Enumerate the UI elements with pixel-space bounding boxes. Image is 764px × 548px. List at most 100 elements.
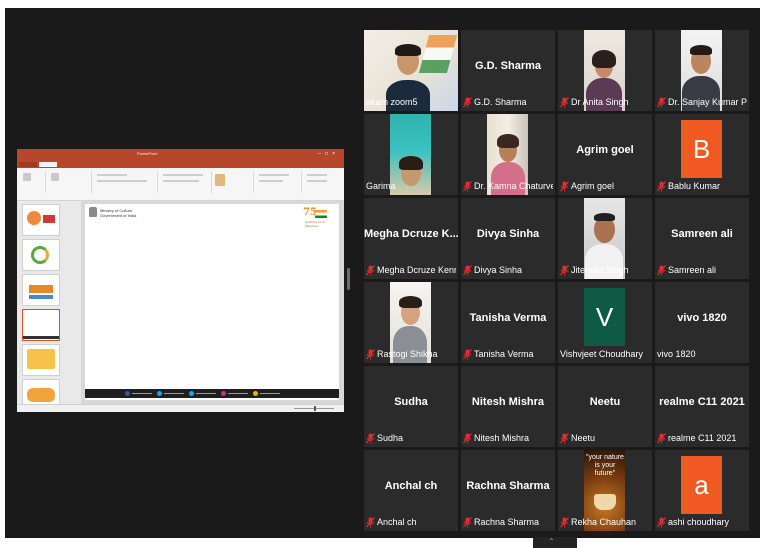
muted-mic-icon bbox=[463, 181, 472, 192]
participant-tile[interactable]: akam zoom5 bbox=[364, 30, 458, 111]
muted-mic-icon bbox=[463, 265, 472, 276]
participant-tile[interactable]: Rastogi Shikha bbox=[364, 282, 458, 363]
ribbon-tabs bbox=[17, 161, 344, 168]
muted-mic-icon bbox=[366, 349, 375, 360]
participant-tile[interactable]: Rachna Sharma Rachna Sharma bbox=[461, 450, 555, 531]
participant-tile[interactable]: V Vishvjeet Choudhary bbox=[558, 282, 652, 363]
slide-thumbnail-selected bbox=[22, 309, 60, 341]
zoom-knob bbox=[314, 406, 316, 411]
muted-mic-icon bbox=[560, 97, 569, 108]
participant-name: Dr. Kamna Chaturvedi bbox=[474, 181, 553, 191]
participant-tile[interactable]: Divya Sinha Divya Sinha bbox=[461, 198, 555, 279]
azadi-logo: 75 Azadi Ka Amrit Mahotsav bbox=[303, 207, 333, 228]
participant-tile[interactable]: B Bablu Kumar bbox=[655, 114, 749, 195]
participant-label: Rastogi Shikha bbox=[366, 348, 438, 361]
participant-label: Nitesh Mishra bbox=[463, 432, 529, 445]
participant-label: Rekha Chauhan bbox=[560, 516, 636, 529]
participant-label: realme C11 2021 bbox=[657, 432, 736, 445]
participant-avatar: V bbox=[584, 288, 625, 346]
participant-tile[interactable]: vivo 1820 vivo 1820 bbox=[655, 282, 749, 363]
participant-name: realme C11 2021 bbox=[668, 433, 737, 443]
participant-tile[interactable]: Anchal ch Anchal ch bbox=[364, 450, 458, 531]
muted-mic-icon bbox=[463, 97, 472, 108]
participant-name: Megha Dcruze Kenne... bbox=[377, 265, 456, 275]
participant-label: Vishvjeet Choudhary bbox=[560, 348, 643, 361]
bottom-toolbar-toggle[interactable]: ⌃ bbox=[533, 537, 577, 548]
muted-mic-icon bbox=[463, 517, 472, 528]
ribbon bbox=[17, 168, 344, 201]
participant-name: Samreen ali bbox=[668, 265, 717, 275]
participant-label: Garima bbox=[366, 180, 396, 193]
participant-label: Dr Anita Singh bbox=[560, 96, 629, 109]
participant-label: Divya Sinha bbox=[463, 264, 522, 277]
participant-label: Neetu bbox=[560, 432, 595, 445]
participant-label: vivo 1820 bbox=[657, 348, 696, 361]
participant-tile[interactable]: "your nature is your future" Rekha Chauha… bbox=[558, 450, 652, 531]
participant-tile[interactable]: Tanisha Verma Tanisha Verma bbox=[461, 282, 555, 363]
participant-display-name: realme C11 2021 bbox=[659, 396, 745, 408]
participant-tile[interactable]: Dr. Kamna Chaturvedi bbox=[461, 114, 555, 195]
slide-thumbnail bbox=[22, 344, 60, 376]
participant-label: Megha Dcruze Kenne... bbox=[366, 264, 456, 277]
participant-tile[interactable]: realme C11 2021 realme C11 2021 bbox=[655, 366, 749, 447]
file-tab bbox=[19, 162, 37, 167]
slide-thumbnail bbox=[22, 204, 60, 236]
muted-mic-icon bbox=[560, 265, 569, 276]
participant-tile[interactable]: Garima bbox=[364, 114, 458, 195]
koo-icon bbox=[189, 391, 194, 396]
participant-name: Anchal ch bbox=[377, 517, 417, 527]
split-resize-handle[interactable] bbox=[347, 268, 350, 290]
participant-display-name: Megha Dcruze K... bbox=[364, 228, 458, 240]
participant-avatar: B bbox=[681, 120, 722, 178]
participant-label: Jitendra Singh bbox=[560, 264, 629, 277]
participant-tile[interactable]: Neetu Neetu bbox=[558, 366, 652, 447]
participant-name: Sudha bbox=[377, 433, 404, 443]
muted-mic-icon bbox=[366, 517, 375, 528]
participant-display-name: Anchal ch bbox=[384, 480, 438, 492]
participant-name: Divya Sinha bbox=[474, 265, 523, 275]
participant-label: Bablu Kumar bbox=[657, 180, 720, 193]
powerpoint-title: PowerPoint bbox=[137, 151, 158, 156]
muted-mic-icon bbox=[657, 517, 666, 528]
participant-name: Garima bbox=[366, 181, 396, 191]
participant-video bbox=[395, 44, 421, 56]
participant-tile[interactable]: Megha Dcruze K... Megha Dcruze Kenne... bbox=[364, 198, 458, 279]
participant-tile[interactable]: Sudha Sudha bbox=[364, 366, 458, 447]
participant-label: G.D. Sharma bbox=[463, 96, 527, 109]
slide-editor: Ministry of Culture Government of India … bbox=[81, 201, 344, 404]
participant-name: Agrim goel bbox=[571, 181, 615, 191]
participant-name: Dr. Sanjay Kumar Prin... bbox=[668, 97, 747, 107]
participant-video bbox=[399, 296, 422, 308]
twitter-icon bbox=[157, 391, 162, 396]
participant-tile[interactable]: Samreen ali Samreen ali bbox=[655, 198, 749, 279]
participant-tile[interactable]: Dr. Sanjay Kumar Prin... bbox=[655, 30, 749, 111]
participant-name: ashi choudhary bbox=[668, 517, 730, 527]
participant-tile[interactable]: Nitesh Mishra Nitesh Mishra bbox=[461, 366, 555, 447]
participant-tile[interactable]: a ashi choudhary bbox=[655, 450, 749, 531]
muted-mic-icon bbox=[657, 97, 666, 108]
slide-org: Ministry of Culture Government of India bbox=[100, 208, 136, 218]
participant-tile[interactable]: Jitendra Singh bbox=[558, 198, 652, 279]
participant-name: Jitendra Singh bbox=[571, 265, 629, 275]
participant-name: G.D. Sharma bbox=[474, 97, 527, 107]
participant-tile[interactable]: G.D. Sharma G.D. Sharma bbox=[461, 30, 555, 111]
participant-display-name: Neetu bbox=[589, 396, 621, 408]
participant-name: Rekha Chauhan bbox=[571, 517, 637, 527]
slide-thumbnail bbox=[22, 274, 60, 306]
participant-name: Rachna Sharma bbox=[474, 517, 540, 527]
participant-image-caption: "your nature is your future" bbox=[586, 454, 624, 477]
shared-screen[interactable]: PowerPoint –□× Ministry of Culture Gover… bbox=[17, 149, 344, 412]
sharechat-icon bbox=[253, 391, 258, 396]
participant-label: akam zoom5 bbox=[366, 96, 418, 109]
participant-name: Vishvjeet Choudhary bbox=[560, 349, 643, 359]
participant-tile[interactable]: Dr Anita Singh bbox=[558, 30, 652, 111]
participant-label: Rachna Sharma bbox=[463, 516, 539, 529]
participant-label: Tanisha Verma bbox=[463, 348, 534, 361]
participant-video bbox=[594, 494, 616, 510]
participant-display-name: Nitesh Mishra bbox=[471, 396, 545, 408]
participant-name: akam zoom5 bbox=[366, 97, 418, 107]
participant-video bbox=[399, 156, 423, 170]
participant-avatar: a bbox=[681, 456, 722, 514]
participant-video bbox=[592, 50, 616, 68]
participant-tile[interactable]: Agrim goel Agrim goel bbox=[558, 114, 652, 195]
